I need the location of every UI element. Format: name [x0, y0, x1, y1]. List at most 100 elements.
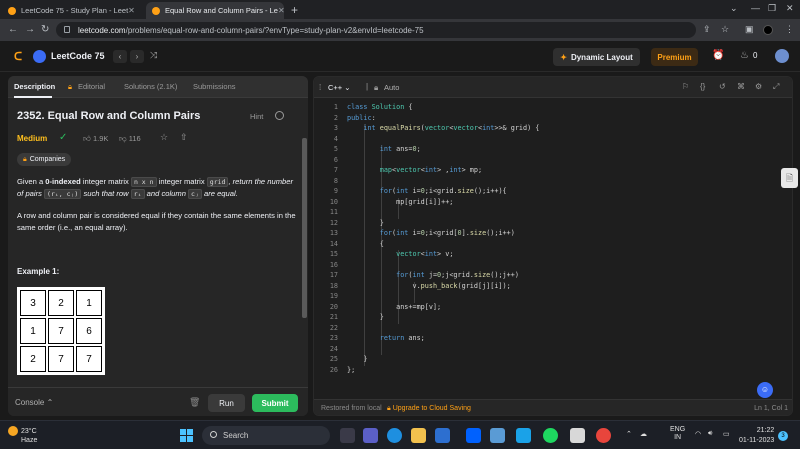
chevron-up-icon[interactable]: ⌃ — [626, 430, 632, 438]
paint-icon[interactable] — [570, 428, 585, 443]
weather-widget[interactable]: 23°C Haze — [8, 426, 37, 445]
dynamic-layout-button[interactable]: ✦ Dynamic Layout — [553, 48, 640, 66]
tab-title: Equal Row and Column Pairs - Le — [165, 6, 278, 15]
run-button[interactable]: Run — [208, 394, 245, 412]
wifi-icon[interactable]: ◠ — [695, 430, 701, 438]
timer-icon[interactable]: ⏰ — [712, 50, 724, 61]
reset-icon[interactable]: ↺ — [719, 82, 726, 91]
like-button[interactable]: 👍︎ 1.9K — [83, 134, 108, 144]
study-plan-title[interactable]: LeetCode 75 — [51, 51, 105, 61]
prev-problem-button[interactable]: ‹ — [113, 50, 127, 63]
code-line[interactable]: int equalPairs(vector<vector<int>>& grid… — [347, 124, 539, 132]
code-line[interactable]: } — [347, 355, 367, 363]
tab-editorial[interactable]: Editorial — [78, 82, 105, 91]
favorite-star-icon[interactable]: ☆ — [160, 132, 168, 143]
url-input[interactable]: leetcode.com/problems/equal-row-and-colu… — [56, 22, 696, 38]
spotify-icon[interactable] — [543, 428, 558, 443]
fullscreen-icon[interactable]: ⤢ — [773, 82, 779, 92]
chrome-icon[interactable] — [596, 428, 611, 443]
notes-icon[interactable]: 🗎 — [781, 168, 798, 188]
tab-solutions[interactable]: Solutions (2.1K) — [124, 82, 177, 91]
tab-submissions[interactable]: Submissions — [193, 82, 236, 91]
volume-icon[interactable]: 🔊︎ — [708, 430, 712, 438]
code-line[interactable]: public: — [347, 114, 376, 122]
code-line[interactable]: v.push_back(grid[j][i]); — [347, 282, 510, 290]
language-indicator[interactable]: ENG IN — [670, 426, 685, 442]
feedback-chat-icon[interactable]: ☺ — [757, 382, 773, 398]
windows-start-icon[interactable] — [180, 429, 193, 442]
battery-icon[interactable]: ▭ — [723, 430, 730, 438]
line-number: 24 — [329, 344, 338, 353]
file-explorer-icon[interactable] — [411, 428, 426, 443]
shortcuts-icon[interactable]: ⌘ — [737, 82, 745, 91]
profile-icon[interactable] — [763, 25, 773, 35]
restore-icon[interactable]: ❐ — [768, 3, 776, 14]
leetcode-logo-icon[interactable]: ᑕ — [14, 50, 26, 63]
edge-icon[interactable] — [387, 428, 402, 443]
mail-icon[interactable] — [516, 428, 531, 443]
share-icon[interactable]: ⇪ — [703, 24, 711, 35]
companies-tag[interactable]: 🔒︎ Companies — [17, 153, 72, 166]
auto-label[interactable]: Auto — [384, 83, 399, 92]
forward-arrow-icon[interactable]: → — [25, 24, 35, 35]
reload-icon[interactable]: ↻ — [41, 24, 49, 35]
code-line[interactable]: map<vector<int> ,int> mp; — [347, 166, 482, 174]
trash-icon[interactable]: 🗑︎ — [189, 397, 200, 408]
clock[interactable]: 21:22 01-11-2023 — [739, 426, 774, 446]
code-line[interactable]: { — [347, 240, 384, 248]
close-tab-icon[interactable]: ✕ — [278, 6, 284, 15]
scrollbar-thumb[interactable] — [302, 138, 307, 318]
code-line[interactable]: }; — [347, 366, 355, 374]
description-scrollbar[interactable] — [301, 98, 308, 386]
code-line[interactable]: for(int j=0;j<grid.size();j++) — [347, 271, 519, 279]
avatar[interactable] — [775, 49, 789, 63]
settings-gear-icon[interactable]: ⚙ — [755, 82, 762, 91]
sidepanel-icon[interactable]: ▣ — [745, 24, 754, 35]
tab-equal-row-column[interactable]: Equal Row and Column Pairs - Le ✕ — [146, 2, 284, 19]
code-line[interactable]: class Solution { — [347, 103, 413, 111]
code-editor[interactable]: 1 class Solution {2 public: 3 int equalPair… — [314, 99, 792, 399]
code-line[interactable]: int ans=0; — [347, 145, 421, 153]
code-line[interactable]: ans+=mp[v]; — [347, 303, 441, 311]
info-icon[interactable] — [275, 111, 284, 120]
code-line[interactable]: for(int i=0;i<grid.size();i++){ — [347, 187, 507, 195]
code-line[interactable]: } — [347, 219, 384, 227]
fire-icon[interactable]: ♨ — [740, 50, 749, 61]
code-line[interactable]: for(int i=0;i<grid[0].size();i++) — [347, 229, 515, 237]
share-icon[interactable]: ⇧ — [180, 132, 188, 143]
menu-dots-icon[interactable]: ⋮ — [785, 24, 794, 35]
close-tab-icon[interactable]: ✕ — [128, 6, 135, 15]
taskbar-search[interactable]: Search — [202, 426, 330, 445]
dropbox-icon[interactable] — [466, 428, 481, 443]
minimize-icon[interactable]: — — [751, 3, 760, 13]
chevron-down-icon[interactable]: ⌄ — [730, 3, 738, 14]
tab-leetcode-75[interactable]: LeetCode 75 - Study Plan - Leet ✕ — [2, 2, 140, 19]
close-window-icon[interactable]: ✕ — [786, 3, 794, 14]
premium-button[interactable]: Premium — [651, 48, 698, 66]
console-toggle[interactable]: Console ⌃ — [15, 398, 53, 407]
upgrade-cloud-link[interactable]: 🔒︎ Upgrade to Cloud Saving — [387, 405, 471, 413]
bookmark-icon[interactable]: ⚐ — [682, 82, 689, 91]
code-line[interactable]: } — [347, 313, 384, 321]
code-line[interactable]: mp[grid[i]]++; — [347, 198, 453, 206]
code-line[interactable]: return ans; — [347, 334, 425, 342]
new-tab-icon[interactable]: + — [291, 3, 298, 17]
back-arrow-icon[interactable]: ← — [8, 24, 18, 35]
teams-icon[interactable] — [363, 428, 378, 443]
hint-button[interactable]: Hint — [250, 112, 263, 121]
cloud-icon[interactable]: ☁ — [640, 430, 647, 438]
dislike-button[interactable]: 👎︎ 116 — [119, 134, 141, 144]
next-problem-button[interactable]: › — [130, 50, 144, 63]
notification-badge[interactable]: 3 — [778, 431, 788, 441]
language-select[interactable]: C++ ⌄ — [328, 83, 351, 92]
shuffle-icon[interactable]: ⤨ — [150, 50, 157, 61]
bookmark-star-icon[interactable]: ☆ — [721, 24, 729, 35]
task-view-icon[interactable] — [340, 428, 355, 443]
app-icon[interactable] — [490, 428, 505, 443]
submit-button[interactable]: Submit — [252, 394, 298, 412]
tab-description[interactable]: Description — [14, 82, 55, 91]
drag-handle-icon[interactable]: ⁞ — [319, 83, 321, 92]
braces-icon[interactable]: {} — [700, 82, 705, 91]
code-line[interactable]: vector<int> v; — [347, 250, 453, 258]
store-icon[interactable] — [435, 428, 450, 443]
